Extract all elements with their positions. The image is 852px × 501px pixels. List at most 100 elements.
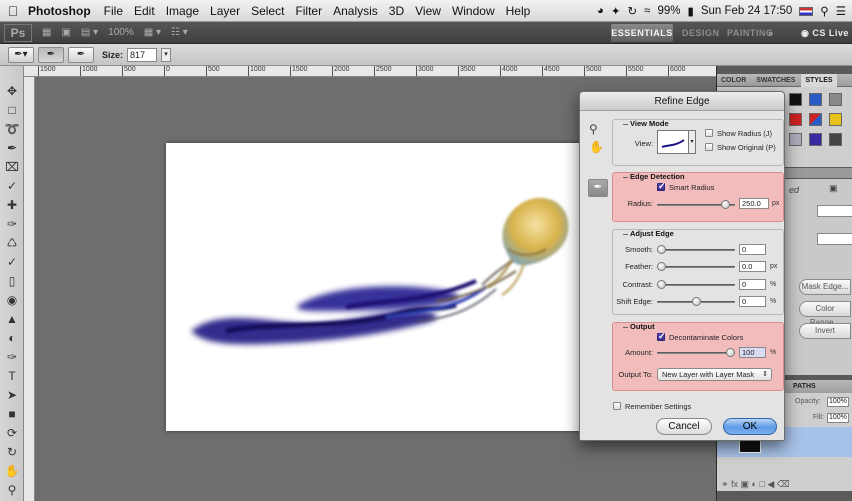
3d-rotate-tool-icon[interactable]: ⟳ bbox=[2, 425, 22, 442]
menu-layer[interactable]: Layer bbox=[210, 4, 240, 18]
amount-field[interactable]: 100 bbox=[739, 347, 766, 358]
mask-edge-button[interactable]: Mask Edge... bbox=[799, 279, 851, 295]
view-extras-icon[interactable]: ▤ ▾ bbox=[81, 27, 98, 38]
notification-list-icon[interactable]: ☰ bbox=[836, 4, 846, 18]
workspace-design-button[interactable]: DESIGN bbox=[682, 24, 720, 42]
ok-button[interactable]: OK bbox=[723, 418, 777, 435]
radius-slider[interactable] bbox=[657, 200, 735, 209]
smart-radius-checkbox[interactable] bbox=[657, 181, 666, 192]
zoom-tool-icon[interactable]: ⚲ bbox=[2, 482, 22, 499]
menu-photoshop[interactable]: Photoshop bbox=[28, 4, 91, 18]
contrast-slider-knob[interactable] bbox=[657, 280, 666, 289]
healing-brush-tool-icon[interactable]: ✚ bbox=[2, 197, 22, 214]
contrast-field[interactable]: 0 bbox=[739, 279, 766, 290]
quick-selection-add-icon[interactable]: ✒ bbox=[68, 46, 94, 63]
input-flag-icon[interactable] bbox=[799, 6, 814, 16]
menu-help[interactable]: Help bbox=[506, 4, 531, 18]
amount-slider[interactable] bbox=[657, 348, 735, 357]
style-swatch[interactable] bbox=[809, 93, 822, 106]
move-tool-icon[interactable]: ✥ bbox=[2, 83, 22, 100]
smooth-slider-knob[interactable] bbox=[657, 245, 666, 254]
workspace-painting-button[interactable]: PAINTING bbox=[727, 24, 773, 42]
radius-field[interactable]: 250.0 bbox=[739, 198, 769, 209]
shift-edge-slider-knob[interactable] bbox=[691, 297, 701, 306]
battery-percent[interactable]: 99% bbox=[657, 5, 680, 17]
fill-field[interactable]: 100% bbox=[827, 413, 849, 423]
invert-button[interactable]: Invert bbox=[799, 323, 851, 339]
menu-file[interactable]: File bbox=[104, 4, 123, 18]
menu-edit[interactable]: Edit bbox=[134, 4, 155, 18]
feather-slider-knob[interactable] bbox=[657, 262, 666, 271]
decontaminate-colors-checkbox[interactable] bbox=[657, 331, 666, 342]
time-machine-icon[interactable]: ↻ bbox=[627, 4, 637, 18]
pixel-mask-icon[interactable]: ▣ bbox=[829, 183, 838, 194]
style-swatch[interactable] bbox=[809, 113, 822, 126]
menu-image[interactable]: Image bbox=[166, 4, 199, 18]
menu-analysis[interactable]: Analysis bbox=[333, 4, 378, 18]
feather-field[interactable] bbox=[817, 233, 852, 245]
remember-settings-checkbox[interactable] bbox=[613, 402, 621, 410]
refine-radius-tool-icon[interactable]: ✒ bbox=[588, 179, 608, 197]
eraser-tool-icon[interactable]: ▯ bbox=[2, 273, 22, 290]
brush-tool-icon[interactable]: ✑ bbox=[2, 216, 22, 233]
battery-icon[interactable]: ▮ bbox=[687, 4, 693, 18]
style-swatch[interactable] bbox=[789, 113, 802, 126]
paint-bucket-tool-icon[interactable]: ◉ bbox=[2, 292, 22, 309]
tab-paths[interactable]: PATHS bbox=[789, 380, 820, 393]
marquee-tool-icon[interactable]: □ bbox=[2, 102, 22, 119]
document-canvas[interactable] bbox=[166, 143, 581, 431]
tool-preset-picker-icon[interactable]: ✒▾ bbox=[8, 46, 34, 63]
layer-panel-footer-icons[interactable]: ⚭ fx ▣ ◐ □ ◀ ⌫ bbox=[721, 479, 790, 490]
shape-tool-icon[interactable]: ■ bbox=[2, 406, 22, 423]
bridge-icon[interactable]: ▦ bbox=[42, 27, 51, 38]
smooth-field[interactable]: 0 bbox=[739, 244, 766, 255]
tab-color[interactable]: COLOR bbox=[717, 74, 750, 87]
show-radius-checkbox[interactable] bbox=[705, 129, 713, 137]
bluetooth-icon[interactable]: ✦ bbox=[611, 4, 621, 18]
horizontal-ruler[interactable]: 1500 1000 500 0 500 1000 1500 2000 2500 … bbox=[24, 66, 716, 77]
style-swatch[interactable] bbox=[789, 133, 802, 146]
arrange-documents-icon[interactable]: ☷ ▾ bbox=[171, 27, 188, 38]
style-swatch[interactable] bbox=[809, 133, 822, 146]
style-swatch[interactable] bbox=[829, 133, 842, 146]
clone-stamp-tool-icon[interactable]: ♺ bbox=[2, 235, 22, 252]
screen-mode-icon[interactable]: ▦ ▾ bbox=[144, 27, 161, 38]
hand-tool-icon[interactable]: ✋ bbox=[589, 140, 604, 154]
menu-3d[interactable]: 3D bbox=[389, 4, 404, 18]
spotlight-icon[interactable]: ⚲ bbox=[820, 4, 828, 18]
shift-edge-field[interactable]: 0 bbox=[739, 296, 766, 307]
wifi-icon[interactable]: ≈ bbox=[644, 5, 650, 17]
smooth-slider[interactable] bbox=[657, 245, 735, 254]
workspace-more-button[interactable]: » bbox=[768, 24, 774, 42]
opacity-field[interactable]: 100% bbox=[827, 397, 849, 407]
tab-styles[interactable]: STYLES bbox=[801, 74, 837, 87]
quick-selection-new-icon[interactable]: ✒ bbox=[38, 46, 64, 63]
amount-slider-knob[interactable] bbox=[726, 348, 735, 357]
creative-cloud-icon[interactable]: ◕ bbox=[597, 5, 604, 17]
apple-menu-icon[interactable]:  bbox=[0, 3, 26, 19]
path-selection-tool-icon[interactable]: ➤ bbox=[2, 387, 22, 404]
style-swatch[interactable] bbox=[789, 93, 802, 106]
menu-select[interactable]: Select bbox=[251, 4, 284, 18]
feather-field[interactable]: 0.0 bbox=[739, 261, 766, 272]
cs-live-button[interactable]: ◉ CS Live ▾ bbox=[801, 24, 852, 56]
blur-tool-icon[interactable]: ▲ bbox=[2, 311, 22, 328]
clock[interactable]: Sun Feb 24 17:50 bbox=[701, 5, 792, 17]
pen-tool-icon[interactable]: ✑ bbox=[2, 349, 22, 366]
color-range-button[interactable]: Color Range... bbox=[799, 301, 851, 327]
cancel-button[interactable]: Cancel bbox=[656, 418, 712, 435]
radius-slider-knob[interactable] bbox=[721, 200, 731, 209]
feather-slider[interactable] bbox=[657, 262, 735, 271]
zoom-level[interactable]: 100% bbox=[108, 27, 134, 38]
brush-size-dropdown-icon[interactable]: ▾ bbox=[161, 47, 172, 62]
view-mode-dropdown-icon[interactable]: ▾ bbox=[689, 130, 696, 154]
style-swatch[interactable] bbox=[829, 93, 842, 106]
menu-filter[interactable]: Filter bbox=[295, 4, 322, 18]
workspace-essentials-button[interactable]: ESSENTIALS bbox=[611, 24, 673, 42]
crop-tool-icon[interactable]: ⌧ bbox=[2, 159, 22, 176]
eyedropper-tool-icon[interactable]: ✓ bbox=[2, 178, 22, 195]
show-original-checkbox[interactable] bbox=[705, 143, 713, 151]
hand-tool-icon[interactable]: ✋ bbox=[2, 463, 22, 480]
menu-view[interactable]: View bbox=[415, 4, 441, 18]
contrast-slider[interactable] bbox=[657, 280, 735, 289]
